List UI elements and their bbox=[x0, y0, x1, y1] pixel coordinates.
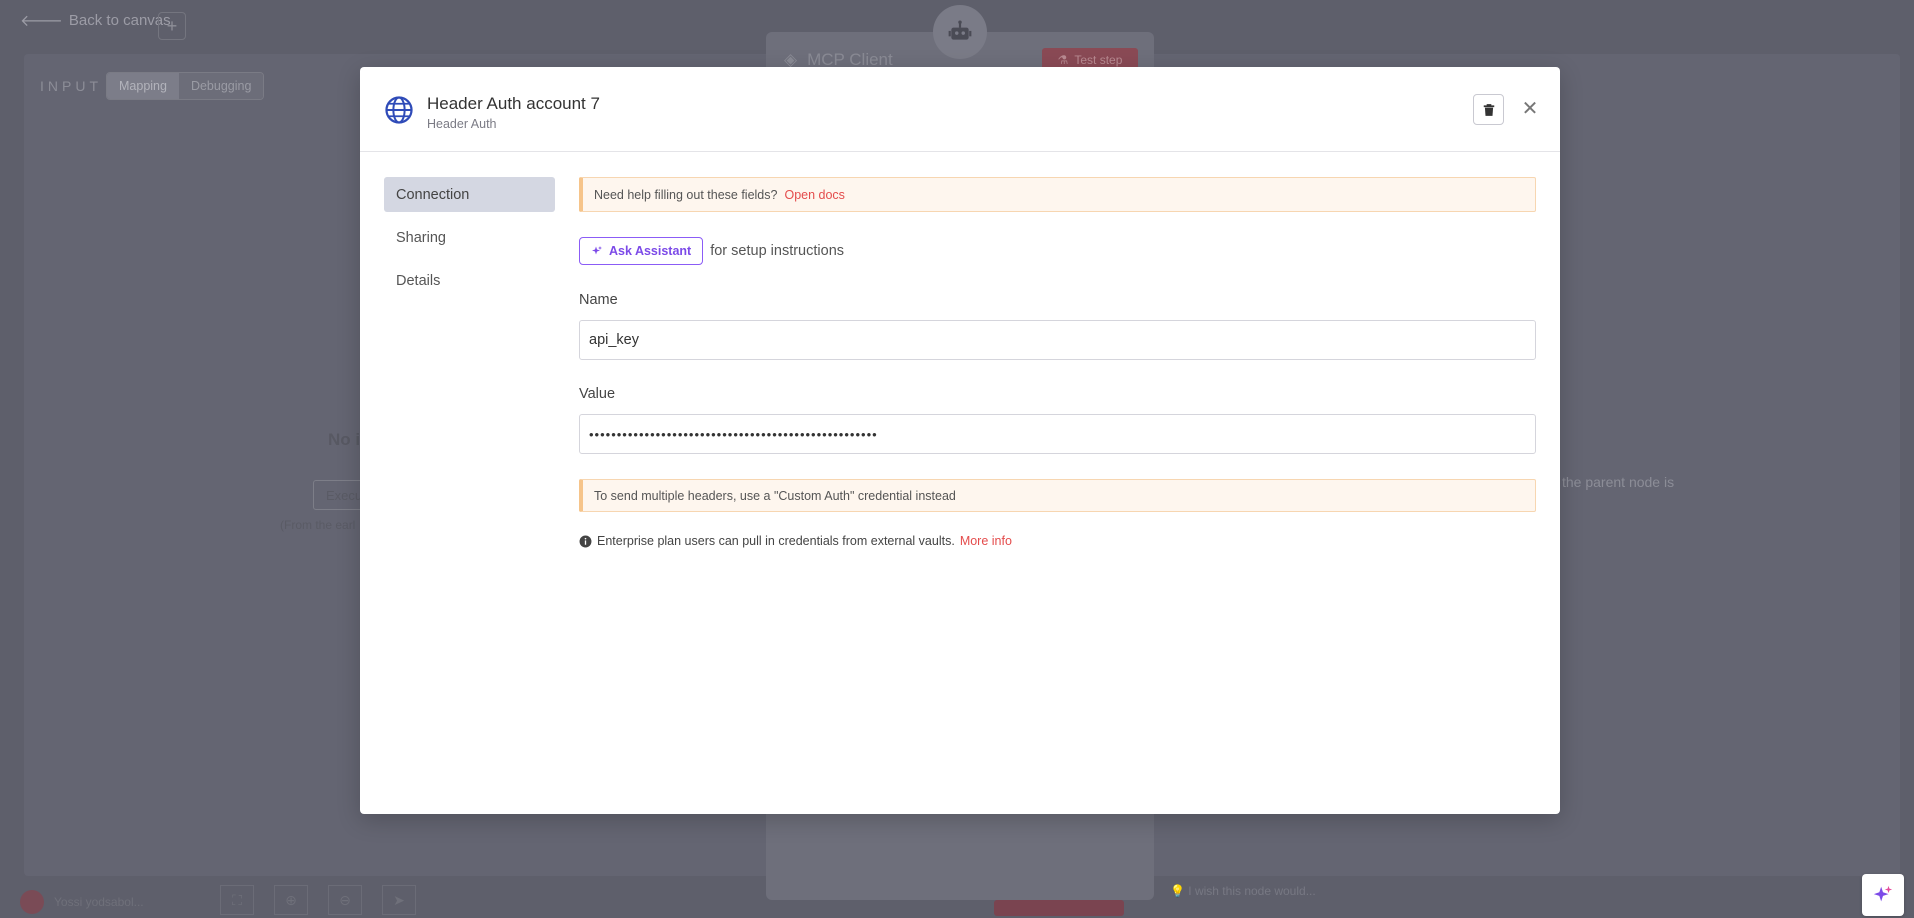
no-input-heading: No i bbox=[328, 430, 361, 449]
value-label: Value bbox=[579, 386, 616, 402]
feedback-placeholder: I wish this node would... bbox=[1188, 884, 1316, 898]
input-panel-label: INPUT bbox=[40, 78, 102, 94]
user-name: Yossi yodsabol... bbox=[54, 895, 144, 909]
assistant-row: Ask Assistant for setup instructions bbox=[579, 237, 1536, 265]
name-input[interactable]: api_key bbox=[579, 320, 1536, 360]
ai-assistant-button[interactable] bbox=[1862, 874, 1904, 916]
tab-mapping[interactable]: Mapping bbox=[107, 73, 179, 99]
arrow-left-icon: 🡐 bbox=[20, 13, 63, 30]
multi-header-notice-text: To send multiple headers, use a "Custom … bbox=[594, 488, 956, 503]
zoom-in-icon[interactable]: ⊕ bbox=[274, 885, 308, 915]
tab-debugging[interactable]: Debugging bbox=[178, 73, 264, 99]
zoom-out-icon[interactable]: ⊖ bbox=[328, 885, 362, 915]
help-notice: Need help filling out these fields? Open… bbox=[579, 177, 1536, 212]
robot-icon bbox=[933, 5, 987, 59]
credential-sidebar: Connection Sharing Details bbox=[384, 177, 555, 306]
credential-type: Header Auth bbox=[427, 117, 497, 131]
sidebar-item-details[interactable]: Details bbox=[384, 263, 555, 298]
globe-icon bbox=[385, 96, 413, 124]
connection-form: Need help filling out these fields? Open… bbox=[579, 177, 1536, 548]
enterprise-info: Enterprise plan users can pull in creden… bbox=[579, 534, 1536, 548]
close-icon[interactable]: ✕ bbox=[1517, 95, 1543, 121]
modal-header: Header Auth account 7 Header Auth ✕ bbox=[360, 67, 1560, 152]
parent-node-note: the parent node is bbox=[1562, 474, 1675, 490]
back-to-canvas-label: Back to canvas bbox=[68, 12, 171, 29]
back-to-canvas-link[interactable]: 🡐 Back to canvas bbox=[20, 10, 171, 31]
avatar[interactable] bbox=[20, 890, 44, 914]
more-info-link[interactable]: More info bbox=[960, 534, 1012, 548]
sparkle-icon bbox=[592, 246, 602, 255]
trash-icon bbox=[1483, 103, 1494, 116]
input-tabs: Mapping Debugging bbox=[106, 72, 265, 100]
enterprise-text: Enterprise plan users can pull in creden… bbox=[597, 534, 955, 548]
test-step-label: Test step bbox=[1074, 53, 1123, 67]
open-docs-link[interactable]: Open docs bbox=[784, 188, 844, 202]
value-password-input[interactable]: ••••••••••••••••••••••••••••••••••••••••… bbox=[579, 414, 1536, 454]
lightbulb-icon: 💡 bbox=[1170, 884, 1185, 898]
info-icon bbox=[579, 535, 592, 547]
assistant-hint: for setup instructions bbox=[710, 243, 845, 259]
delete-credential-button[interactable] bbox=[1473, 94, 1504, 125]
pointer-icon[interactable]: ➤ bbox=[382, 885, 416, 915]
add-button[interactable]: + bbox=[158, 12, 186, 40]
sparkle-icon bbox=[1873, 885, 1893, 902]
execute-workflow-button[interactable] bbox=[994, 900, 1124, 916]
credential-modal: Header Auth account 7 Header Auth ✕ Conn… bbox=[360, 67, 1560, 814]
fit-view-icon[interactable]: ⛶ bbox=[220, 885, 254, 915]
help-notice-text: Need help filling out these fields? bbox=[594, 187, 778, 202]
sidebar-item-connection[interactable]: Connection bbox=[384, 177, 555, 212]
credential-title[interactable]: Header Auth account 7 bbox=[427, 94, 600, 114]
sidebar-item-sharing[interactable]: Sharing bbox=[384, 220, 555, 255]
multi-header-notice: To send multiple headers, use a "Custom … bbox=[579, 479, 1536, 512]
ask-assistant-label: Ask Assistant bbox=[609, 244, 692, 258]
flask-icon: ⚗ bbox=[1057, 53, 1069, 67]
name-label: Name bbox=[579, 292, 618, 308]
ask-assistant-button[interactable]: Ask Assistant bbox=[579, 237, 704, 265]
feedback-input[interactable]: 💡 I wish this node would... bbox=[1170, 884, 1316, 898]
from-earlier-note: (From the earl bbox=[280, 518, 356, 532]
robot-icon-svg bbox=[948, 20, 972, 40]
